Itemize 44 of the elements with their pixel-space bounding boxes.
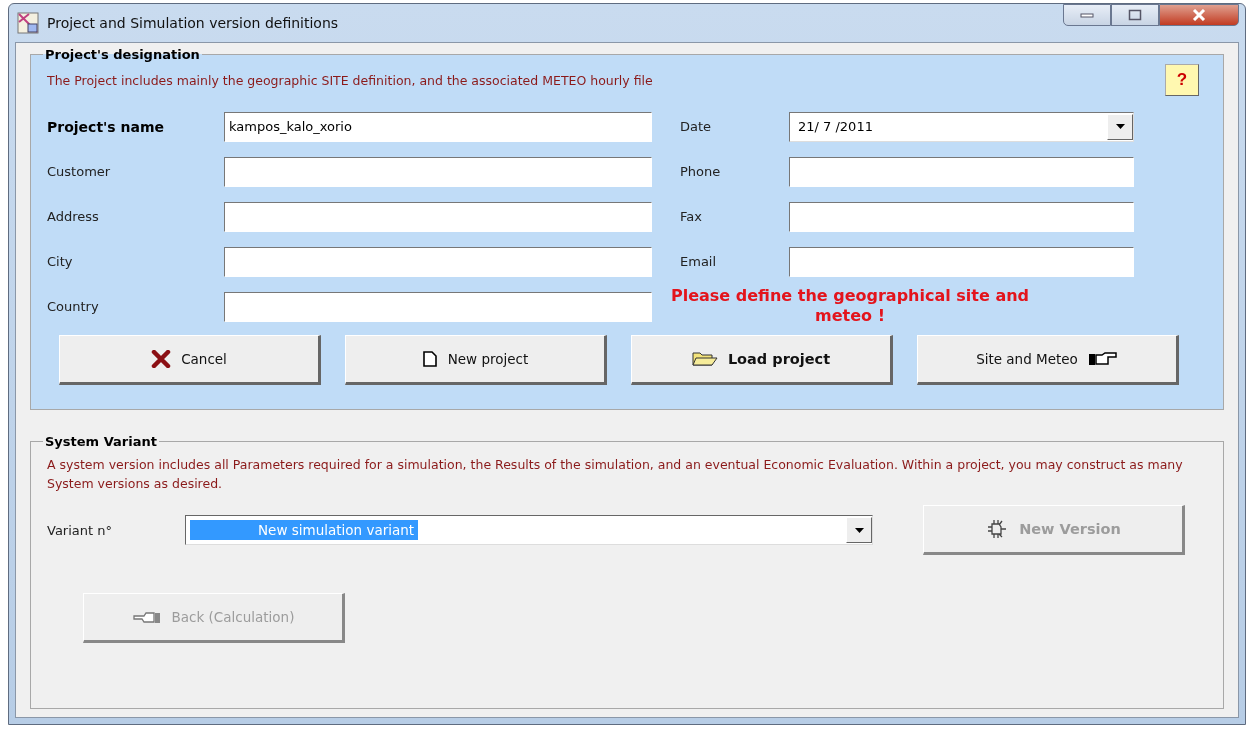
maximize-button[interactable] [1111,4,1159,26]
field-label: Country [47,299,100,314]
input-field[interactable] [789,156,1134,187]
section-heading: Project's designation [44,47,201,62]
input-field[interactable] [224,156,652,187]
field-label: Customer [47,164,112,179]
section-heading: System Variant [44,434,158,449]
cancel-button[interactable]: Cancel [59,335,321,385]
description-text: A system version includes all Parameters required for a simulation, the Results of the simulation, and an eventual Economic Evaluation. Within a project, you may construct as many System versions as desired. [47,456,1184,493]
window-title: Project and Simulation version definitions [47,15,339,31]
input-field[interactable]: kampos_kalo_xorio [224,111,652,142]
field-label: Phone [680,164,722,179]
input-field[interactable] [224,291,652,322]
field-label: Variant n° [47,522,113,538]
new-button[interactable]: New project [345,335,607,385]
input-field[interactable] [224,201,652,232]
pointing-hand-icon [131,610,162,624]
date-dropdown[interactable]: 21/ 7 /2011 [789,111,1134,142]
field-label: Email [680,254,718,269]
maximize-icon [1128,9,1142,21]
field-label: Project's name [47,118,166,135]
warning-message: Please define the geographical site and meteo ! [669,286,1031,326]
description-text: The Project includes mainly the geographic SITE definition, and the associated METEO hourly file [47,72,653,88]
site-button[interactable]: Site and Meteo [917,335,1179,385]
app-icon [17,12,39,34]
field-label: Fax [680,209,703,224]
folder-icon [691,351,718,367]
field-label: City [47,254,74,269]
close-button[interactable] [1159,4,1239,26]
field-label: Date [680,119,713,134]
caret-icon [1115,124,1125,129]
help-button[interactable]: ? [1165,64,1199,96]
close-icon [1192,9,1206,21]
minimize-button[interactable] [1063,4,1111,26]
field-label: Address [47,209,100,224]
input-field[interactable] [789,201,1134,232]
close-icon [151,350,172,368]
minimize-icon [1080,12,1094,18]
input-field[interactable] [789,246,1134,277]
document-icon [421,350,438,368]
input-field[interactable] [224,246,652,277]
pointing-hand-icon [1087,351,1118,367]
load-button[interactable]: Load project [631,335,893,385]
caret-icon [854,527,864,533]
